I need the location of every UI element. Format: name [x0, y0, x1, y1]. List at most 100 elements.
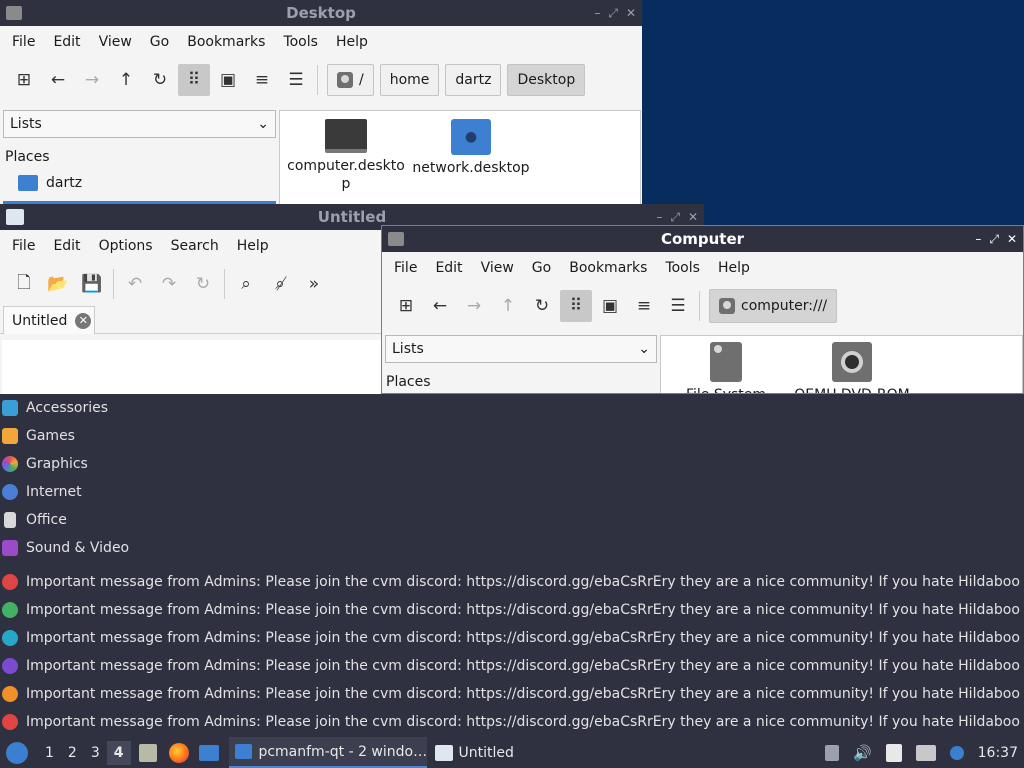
menu-category-accessories[interactable]: Accessories: [0, 394, 1024, 422]
volume-icon[interactable]: 🔊: [853, 744, 872, 762]
up-icon[interactable]: ↑: [492, 290, 524, 322]
forward-icon[interactable]: →: [76, 64, 108, 96]
workspace-3[interactable]: 3: [84, 745, 107, 761]
side-pane-mode-select[interactable]: Lists ⌄: [385, 335, 657, 363]
menu-file[interactable]: File: [3, 34, 44, 50]
menu-view[interactable]: View: [90, 34, 141, 50]
places-item-dartz[interactable]: dartz: [18, 175, 82, 191]
menu-category-office[interactable]: Office: [0, 506, 1024, 534]
clear-search-icon[interactable]: ⌕̸: [264, 268, 296, 300]
compact-view-icon[interactable]: ≡: [246, 64, 278, 96]
menu-tools[interactable]: Tools: [656, 260, 709, 276]
start-menu-icon[interactable]: [6, 741, 28, 764]
redo-icon[interactable]: ↷: [153, 268, 185, 300]
file-item[interactable]: ● network.desktop: [408, 119, 534, 177]
up-icon[interactable]: ↑: [110, 64, 142, 96]
notification-item[interactable]: Important message from Admins: Please jo…: [0, 568, 1024, 596]
menu-view[interactable]: View: [472, 260, 523, 276]
maximize-icon[interactable]: ⤢: [670, 210, 680, 225]
back-icon[interactable]: ←: [424, 290, 456, 322]
save-icon[interactable]: 💾: [76, 268, 108, 300]
close-icon[interactable]: ✕: [688, 210, 698, 224]
reload-icon[interactable]: ↻: [526, 290, 558, 322]
icon-view-icon[interactable]: ⠿: [178, 64, 210, 96]
more-icon[interactable]: »: [298, 268, 330, 300]
notification-item[interactable]: Important message from Admins: Please jo…: [0, 652, 1024, 680]
new-document-icon[interactable]: 🗋: [8, 268, 40, 300]
menu-category-games[interactable]: Games: [0, 422, 1024, 450]
network-icon[interactable]: [915, 744, 936, 761]
notification-item[interactable]: Important message from Admins: Please jo…: [0, 680, 1024, 708]
maximize-icon[interactable]: ⤢: [608, 6, 618, 21]
file-manager-launcher-icon[interactable]: [138, 743, 157, 762]
undo-icon[interactable]: ↶: [119, 268, 151, 300]
new-tab-icon[interactable]: ⊞: [8, 64, 40, 96]
reload-icon[interactable]: ↻: [187, 268, 219, 300]
menu-help[interactable]: Help: [709, 260, 759, 276]
notification-item[interactable]: Important message from Admins: Please jo…: [0, 624, 1024, 652]
close-icon[interactable]: ✕: [1007, 232, 1017, 246]
clock[interactable]: 16:37: [978, 745, 1018, 761]
back-icon[interactable]: ←: [42, 64, 74, 96]
desktop-window-titlebar[interactable]: Desktop – ⤢ ✕: [0, 0, 642, 26]
notification-item[interactable]: Important message from Admins: Please jo…: [0, 596, 1024, 624]
menu-edit[interactable]: Edit: [426, 260, 471, 276]
menu-options[interactable]: Options: [90, 238, 162, 254]
menu-file[interactable]: File: [3, 238, 44, 254]
workspace-2[interactable]: 2: [61, 745, 84, 761]
desktop-file-view[interactable]: computer.deskto p ● network.desktop: [279, 110, 641, 204]
detailed-view-icon[interactable]: ☰: [662, 290, 694, 322]
menu-go[interactable]: Go: [141, 34, 178, 50]
menu-tools[interactable]: Tools: [274, 34, 327, 50]
path-dartz-button[interactable]: dartz: [445, 64, 502, 96]
open-folder-icon[interactable]: 📂: [42, 268, 74, 300]
workspace-1[interactable]: 1: [38, 745, 61, 761]
file-item[interactable]: File System: [671, 342, 781, 393]
task-button-untitled[interactable]: Untitled: [427, 737, 577, 768]
minimize-icon[interactable]: –: [975, 232, 981, 246]
close-icon[interactable]: ✕: [626, 6, 636, 20]
menu-file[interactable]: File: [385, 260, 426, 276]
search-icon[interactable]: ⌕: [230, 268, 262, 300]
menu-category-graphics[interactable]: Graphics: [0, 450, 1024, 478]
minimize-icon[interactable]: –: [594, 6, 600, 20]
thumbnail-view-icon[interactable]: ▣: [594, 290, 626, 322]
menu-help[interactable]: Help: [228, 238, 278, 254]
menu-category-sound-video[interactable]: Sound & Video: [0, 534, 1024, 562]
detailed-view-icon[interactable]: ☰: [280, 64, 312, 96]
computer-file-view[interactable]: File System QEMU DVD-ROM: [660, 335, 1023, 393]
firefox-icon[interactable]: [168, 742, 189, 763]
show-desktop-icon[interactable]: [198, 744, 219, 761]
task-button-pcmanfm[interactable]: pcmanfm-qt - 2 windo…: [228, 737, 427, 768]
maximize-icon[interactable]: ⤢: [989, 232, 999, 247]
thumbnail-view-icon[interactable]: ▣: [212, 64, 244, 96]
menu-search[interactable]: Search: [162, 238, 228, 254]
computer-window-titlebar[interactable]: Computer – ⤢ ✕: [382, 226, 1023, 252]
menu-bookmarks[interactable]: Bookmarks: [178, 34, 274, 50]
reload-icon[interactable]: ↻: [144, 64, 176, 96]
workspace-4[interactable]: 4: [106, 740, 131, 765]
side-pane-mode-select[interactable]: Lists ⌄: [3, 110, 276, 138]
menu-category-internet[interactable]: Internet: [0, 478, 1024, 506]
editor-tab[interactable]: Untitled ✕: [3, 306, 95, 334]
menu-bookmarks[interactable]: Bookmarks: [560, 260, 656, 276]
path-root-button[interactable]: /: [327, 64, 374, 96]
location-button[interactable]: computer:///: [709, 289, 838, 323]
notification-item[interactable]: Important message from Admins: Please jo…: [0, 708, 1024, 736]
menu-edit[interactable]: Edit: [44, 238, 89, 254]
new-tab-icon[interactable]: ⊞: [390, 290, 422, 322]
forward-icon[interactable]: →: [458, 290, 490, 322]
menu-help[interactable]: Help: [327, 34, 377, 50]
compact-view-icon[interactable]: ≡: [628, 290, 660, 322]
icon-view-icon[interactable]: ⠿: [560, 290, 592, 322]
close-tab-icon[interactable]: ✕: [75, 312, 92, 329]
path-desktop-button[interactable]: Desktop: [507, 64, 586, 96]
menu-edit[interactable]: Edit: [44, 34, 89, 50]
path-home-button[interactable]: home: [379, 64, 440, 96]
minimize-icon[interactable]: –: [656, 210, 662, 224]
menu-go[interactable]: Go: [523, 260, 560, 276]
clipboard-icon[interactable]: [885, 743, 902, 762]
tray-arrow-icon[interactable]: [824, 744, 839, 761]
notification-icon[interactable]: [949, 745, 964, 760]
file-item[interactable]: QEMU DVD-ROM: [787, 342, 917, 393]
